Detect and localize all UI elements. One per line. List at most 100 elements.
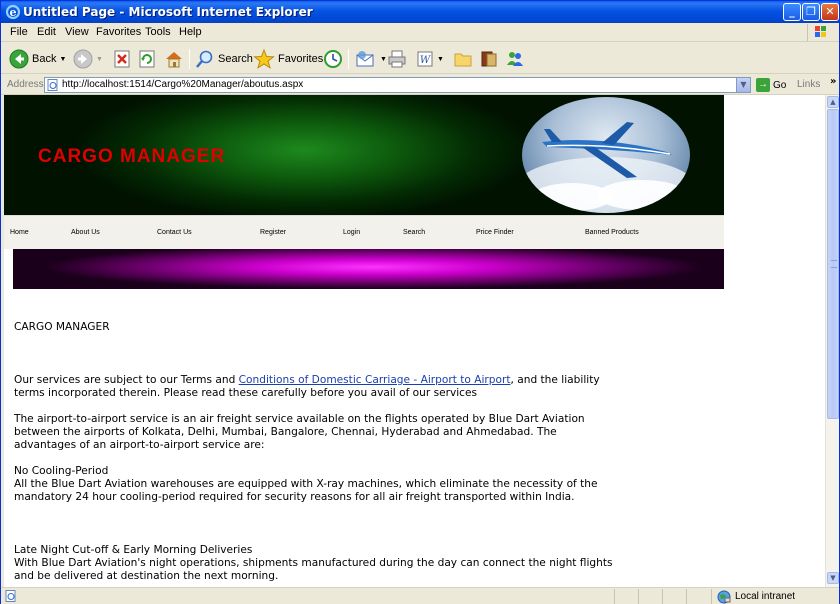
menu-help[interactable]: Help [179, 26, 202, 38]
messenger-people-icon [507, 52, 523, 66]
nav-banned-products[interactable]: Banned Products [585, 229, 639, 236]
search-label: Search [218, 53, 253, 65]
terms-text-before: Our services are subject to our Terms an… [14, 374, 239, 386]
menu-bar: File Edit View Favorites Tools Help [1, 23, 839, 42]
discuss-folder-icon [454, 53, 472, 67]
nav-home[interactable]: Home [10, 229, 29, 236]
mail-icon [356, 51, 374, 67]
menu-view[interactable]: View [65, 26, 89, 38]
scroll-grip [831, 260, 837, 268]
print-button[interactable] [387, 47, 407, 71]
vertical-scrollbar[interactable]: ▲ ▼ [825, 95, 839, 587]
mail-dropdown-icon[interactable]: ▼ [380, 56, 387, 63]
menu-edit[interactable]: Edit [37, 26, 56, 38]
address-label: Address [7, 79, 44, 90]
terms-paragraph: Our services are subject to our Terms an… [14, 374, 614, 400]
zone-label: Local intranet [735, 591, 796, 602]
service-paragraph: The airport-to-airport service is an air… [14, 413, 585, 451]
page-content: CARGO MANAGER Home About Us Contact Us R… [4, 95, 825, 587]
page-heading: CARGO MANAGER [14, 321, 110, 333]
menu-file[interactable]: File [10, 26, 28, 38]
nav-search[interactable]: Search [403, 229, 425, 236]
favorites-star-icon [253, 49, 275, 69]
links-label[interactable]: Links [797, 79, 820, 90]
research-button[interactable] [479, 47, 499, 71]
forward-dropdown-icon[interactable]: ▼ [96, 56, 103, 63]
mail-button[interactable]: ▼ [355, 47, 387, 71]
window-title: Untitled Page - Microsoft Internet Explo… [23, 5, 313, 19]
scroll-down-arrow-icon[interactable]: ▼ [827, 572, 839, 584]
intranet-globe-icon [717, 590, 731, 603]
home-button[interactable] [164, 47, 184, 71]
go-arrow-icon: → [756, 78, 770, 92]
back-dropdown-icon[interactable]: ▼ [59, 56, 66, 63]
address-bar: Address http://localhost:1514/Cargo%20Ma… [1, 75, 839, 95]
home-icon [166, 52, 182, 68]
nav-login[interactable]: Login [343, 229, 360, 236]
edit-dropdown-icon[interactable]: ▼ [437, 56, 444, 63]
forward-button[interactable]: ▼ [73, 47, 103, 71]
address-dropdown-icon[interactable]: ▼ [736, 78, 750, 92]
section-title-late-night: Late Night Cut-off & Early Morning Deliv… [14, 544, 253, 556]
svg-text:e: e [10, 6, 17, 19]
menu-tools[interactable]: Tools [145, 26, 171, 38]
ie-logo-icon: e [5, 4, 21, 20]
go-button[interactable]: → Go [756, 77, 786, 93]
minimize-button[interactable]: _ [783, 3, 801, 21]
browser-window: e Untitled Page - Microsoft Internet Exp… [0, 0, 840, 604]
search-button[interactable]: Search [195, 47, 253, 71]
stop-icon [114, 50, 130, 68]
status-cell [686, 589, 710, 604]
print-icon [388, 50, 406, 68]
section-body-late-night: With Blue Dart Aviation's night operatio… [14, 557, 613, 582]
svg-text:W: W [420, 55, 431, 66]
toolbar-separator [189, 49, 190, 69]
toolbar: Back ▼ ▼ Search Favorites ▼ W ▼ [1, 43, 839, 74]
back-label: Back [32, 53, 57, 65]
section-body-cooling: All the Blue Dart Aviation warehouses ar… [14, 478, 598, 503]
messenger-button[interactable] [505, 47, 525, 71]
nav-contact-us[interactable]: Contact Us [157, 229, 192, 236]
nav-about-us[interactable]: About Us [71, 229, 100, 236]
security-zone: Local intranet [717, 589, 795, 604]
status-cell [638, 589, 662, 604]
toolbar-separator [348, 49, 349, 69]
word-edit-icon: W [417, 51, 433, 67]
back-button[interactable]: Back ▼ [9, 47, 66, 71]
refresh-icon [139, 50, 155, 68]
close-button[interactable]: ✕ [821, 3, 839, 21]
page-icon [47, 79, 58, 91]
stop-button[interactable] [113, 47, 131, 71]
forward-arrow-icon [73, 49, 93, 69]
site-nav: Home About Us Contact Us Register Login … [4, 215, 724, 249]
address-url[interactable]: http://localhost:1514/Cargo%20Manager/ab… [62, 79, 303, 90]
section-title-cooling: No Cooling-Period [14, 465, 109, 477]
airplane-image [522, 97, 690, 213]
nav-price-finder[interactable]: Price Finder [476, 229, 514, 236]
site-banner: CARGO MANAGER [4, 95, 724, 215]
windows-logo-icon [807, 24, 833, 41]
decorative-stripe [13, 249, 724, 289]
address-input[interactable]: http://localhost:1514/Cargo%20Manager/ab… [44, 77, 751, 93]
favorites-button[interactable]: Favorites [253, 47, 323, 71]
back-arrow-icon [9, 49, 29, 69]
scroll-up-arrow-icon[interactable]: ▲ [827, 96, 839, 108]
maximize-button[interactable]: ❐ [802, 3, 820, 21]
nav-register[interactable]: Register [260, 229, 286, 236]
history-icon [324, 50, 342, 68]
favorites-label: Favorites [278, 53, 324, 65]
edit-button[interactable]: W ▼ [416, 47, 444, 71]
status-page-icon [5, 590, 16, 602]
menu-favorites[interactable]: Favorites [96, 26, 141, 38]
conditions-link[interactable]: Conditions of Domestic Carriage - Airpor… [239, 374, 511, 386]
links-chevron-icon[interactable]: » [830, 76, 836, 87]
history-button[interactable] [323, 47, 343, 71]
title-bar[interactable]: e Untitled Page - Microsoft Internet Exp… [1, 1, 839, 23]
refresh-button[interactable] [138, 47, 156, 71]
search-icon [196, 50, 213, 68]
status-bar: Local intranet [1, 587, 839, 604]
scroll-thumb[interactable] [827, 109, 839, 419]
status-cell [614, 589, 638, 604]
site-title: CARGO MANAGER [38, 146, 226, 167]
discuss-button[interactable] [453, 47, 473, 71]
